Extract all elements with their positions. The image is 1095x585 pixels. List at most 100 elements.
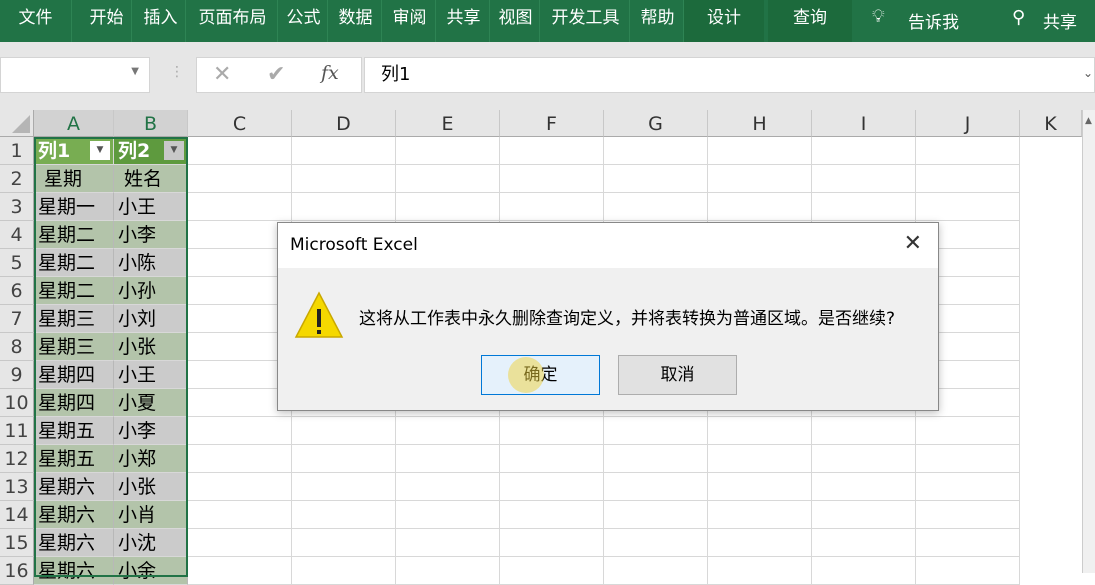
cell-H11[interactable] (708, 417, 812, 445)
cell-B4[interactable]: 小李 (114, 221, 188, 249)
cell-B3[interactable]: 小王 (114, 193, 188, 221)
cell-J2[interactable] (916, 165, 1020, 193)
column-header-H[interactable]: H (708, 110, 812, 137)
cell-J13[interactable] (916, 473, 1020, 501)
cell-B9[interactable]: 小王 (114, 361, 188, 389)
tab-5[interactable]: 数据 (330, 0, 382, 42)
cell-A6[interactable]: 星期二 (34, 277, 114, 305)
cancel-icon[interactable]: ✕ (213, 62, 231, 87)
cell-B6[interactable]: 小孙 (114, 277, 188, 305)
share-button[interactable]: 共享 (1043, 8, 1077, 33)
cell-J1[interactable] (916, 137, 1020, 165)
row-header[interactable]: 6 (0, 277, 34, 305)
column-header-E[interactable]: E (396, 110, 500, 137)
row-header[interactable]: 2 (0, 165, 34, 193)
cell-C2[interactable] (188, 165, 292, 193)
cell-E14[interactable] (396, 501, 500, 529)
cell-J14[interactable] (916, 501, 1020, 529)
cell-F3[interactable] (500, 193, 604, 221)
cancel-button[interactable]: 取消 (618, 355, 737, 395)
cell-I16[interactable] (812, 557, 916, 585)
cell-I1[interactable] (812, 137, 916, 165)
cell-A2[interactable]: 星期 (34, 165, 114, 193)
cell-C12[interactable] (188, 445, 292, 473)
select-all-corner[interactable] (0, 110, 34, 137)
cell-B2[interactable]: 姓名 (114, 165, 188, 193)
tab-3[interactable]: 页面布局 (188, 0, 278, 42)
tell-me-input[interactable]: 告诉我 (908, 8, 959, 33)
cell-B14[interactable]: 小肖 (114, 501, 188, 529)
cell-F2[interactable] (500, 165, 604, 193)
user-icon[interactable]: ⚲ (1012, 7, 1025, 28)
cell-A13[interactable]: 星期六 (34, 473, 114, 501)
cell-J12[interactable] (916, 445, 1020, 473)
cell-B8[interactable]: 小张 (114, 333, 188, 361)
column-header-C[interactable]: C (188, 110, 292, 137)
cell-I2[interactable] (812, 165, 916, 193)
cell-A14[interactable]: 星期六 (34, 501, 114, 529)
cell-A12[interactable]: 星期五 (34, 445, 114, 473)
cell-F12[interactable] (500, 445, 604, 473)
cell-G2[interactable] (604, 165, 708, 193)
cell-H13[interactable] (708, 473, 812, 501)
vertical-scrollbar[interactable]: ▲ (1082, 110, 1095, 573)
enter-icon[interactable]: ✔ (267, 62, 285, 87)
cell-A7[interactable]: 星期三 (34, 305, 114, 333)
formula-input[interactable]: 列1 (364, 57, 1095, 93)
cell-E2[interactable] (396, 165, 500, 193)
tab-6[interactable]: 审阅 (384, 0, 436, 42)
cell-H14[interactable] (708, 501, 812, 529)
cell-A5[interactable]: 星期二 (34, 249, 114, 277)
cell-A4[interactable]: 星期二 (34, 221, 114, 249)
cell-A11[interactable]: 星期五 (34, 417, 114, 445)
row-header[interactable]: 1 (0, 137, 34, 165)
row-header[interactable]: 10 (0, 389, 34, 417)
row-header[interactable]: 16 (0, 557, 34, 585)
tab-10[interactable]: 帮助 (632, 0, 684, 42)
cell-D3[interactable] (292, 193, 396, 221)
filter-dropdown-icon[interactable]: ▼ (164, 141, 184, 160)
column-header-D[interactable]: D (292, 110, 396, 137)
tab-4[interactable]: 公式 (280, 0, 328, 42)
cell-C3[interactable] (188, 193, 292, 221)
tab-9[interactable]: 开发工具 (542, 0, 630, 42)
cell-A16[interactable]: 星期六 (34, 557, 114, 585)
tab-7[interactable]: 共享 (438, 0, 490, 42)
cell-G11[interactable] (604, 417, 708, 445)
cell-I14[interactable] (812, 501, 916, 529)
cell-D1[interactable] (292, 137, 396, 165)
cell-A9[interactable]: 星期四 (34, 361, 114, 389)
cell-G1[interactable] (604, 137, 708, 165)
cell-E1[interactable] (396, 137, 500, 165)
row-header[interactable]: 9 (0, 361, 34, 389)
row-header[interactable]: 7 (0, 305, 34, 333)
cell-D13[interactable] (292, 473, 396, 501)
cell-A8[interactable]: 星期三 (34, 333, 114, 361)
cell-I15[interactable] (812, 529, 916, 557)
cell-F11[interactable] (500, 417, 604, 445)
cell-H16[interactable] (708, 557, 812, 585)
context-tab-0[interactable]: 设计 (684, 0, 764, 42)
cell-E16[interactable] (396, 557, 500, 585)
column-header-J[interactable]: J (916, 110, 1020, 137)
cell-C15[interactable] (188, 529, 292, 557)
cell-E13[interactable] (396, 473, 500, 501)
cell-H3[interactable] (708, 193, 812, 221)
cell-B10[interactable]: 小夏 (114, 389, 188, 417)
cell-C1[interactable] (188, 137, 292, 165)
cell-F1[interactable] (500, 137, 604, 165)
row-header[interactable]: 14 (0, 501, 34, 529)
cell-B12[interactable]: 小郑 (114, 445, 188, 473)
cell-C14[interactable] (188, 501, 292, 529)
row-header[interactable]: 3 (0, 193, 34, 221)
cell-F16[interactable] (500, 557, 604, 585)
lightbulb-icon[interactable]: 💡︎ (872, 6, 885, 27)
insert-function-icon[interactable]: fx (321, 62, 339, 84)
cell-D11[interactable] (292, 417, 396, 445)
cell-I3[interactable] (812, 193, 916, 221)
cell-D16[interactable] (292, 557, 396, 585)
cell-G12[interactable] (604, 445, 708, 473)
cell-I11[interactable] (812, 417, 916, 445)
close-icon[interactable]: ✕ (904, 231, 922, 256)
cell-H12[interactable] (708, 445, 812, 473)
